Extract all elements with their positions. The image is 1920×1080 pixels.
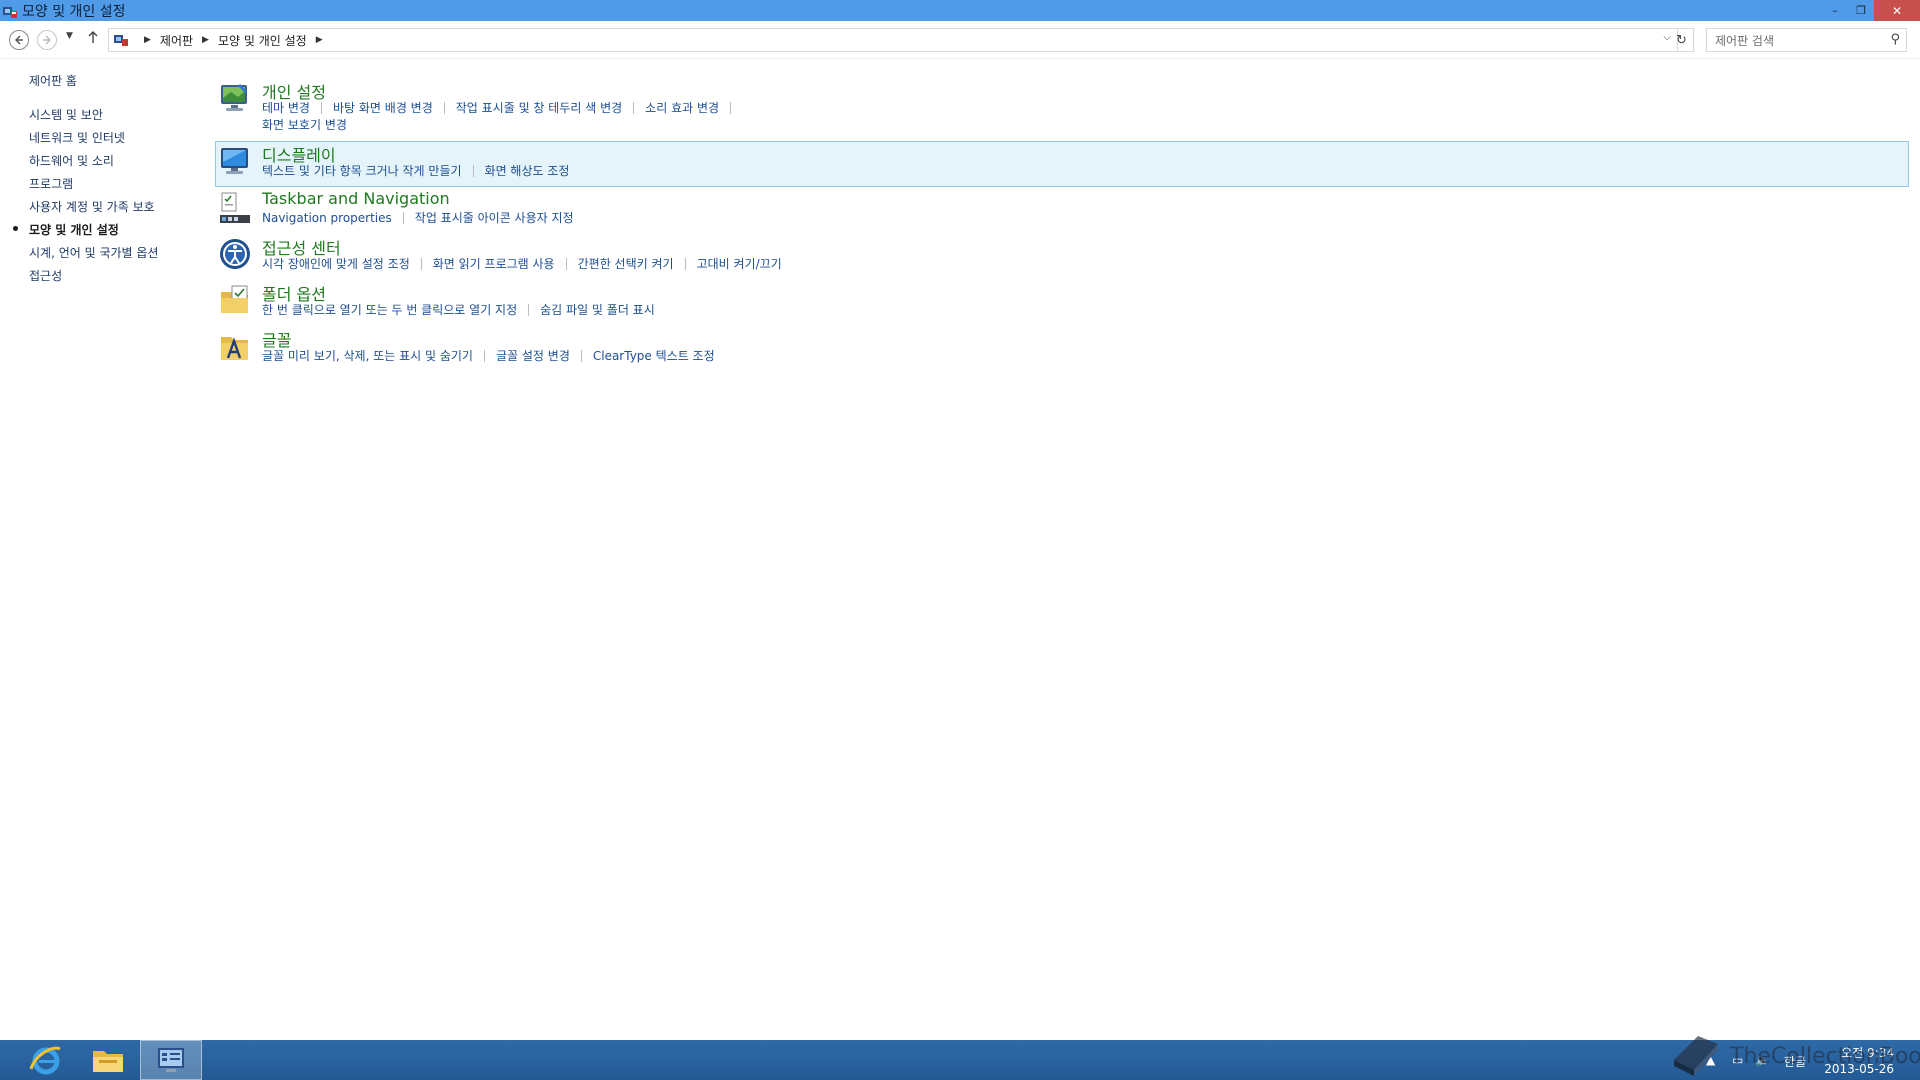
minimize-button[interactable]: – (1822, 0, 1848, 21)
link-divider (443, 101, 445, 114)
link-use-screen-reader[interactable]: 화면 읽기 프로그램 사용 (433, 255, 555, 272)
link-divider (402, 211, 404, 224)
search-placeholder: 제어판 검색 (1715, 33, 1775, 48)
link-divider (472, 164, 474, 177)
sidebar-item-network-internet[interactable]: 네트워크 및 인터넷 (29, 129, 125, 146)
back-arrow-icon (15, 35, 23, 45)
control-panel-icon (158, 1048, 184, 1072)
breadcrumb-separator-icon[interactable]: ▶ (144, 35, 151, 45)
link-customize-taskbar-icons[interactable]: 작업 표시줄 아이콘 사용자 지정 (415, 209, 574, 226)
display-icon[interactable] (218, 144, 252, 178)
internet-explorer-icon (29, 1046, 61, 1075)
current-item-bullet-icon (13, 226, 18, 231)
link-change-taskbar-colors[interactable]: 작업 표시줄 및 창 테두리 색 변경 (456, 99, 622, 116)
breadcrumb-separator-icon[interactable]: ▶ (202, 35, 209, 45)
search-input[interactable]: 제어판 검색 ⚲ (1706, 28, 1907, 52)
address-box[interactable]: ▶ 제어판 ▶ 모양 및 개인 설정 ▶ ⌵ (108, 28, 1678, 52)
link-change-desktop-background[interactable]: 바탕 화면 배경 변경 (333, 99, 433, 116)
link-turn-on-easy-access-keys[interactable]: 간편한 선택키 켜기 (578, 255, 674, 272)
forward-button[interactable] (37, 30, 57, 50)
fonts-icon[interactable] (218, 329, 252, 363)
sidebar-item-system-security[interactable]: 시스템 및 보안 (29, 106, 103, 123)
back-button[interactable] (9, 30, 29, 50)
section-links: 한 번 클릭으로 열기 또는 두 번 클릭으로 열기 지정 숨김 파일 및 폴더… (262, 301, 655, 318)
link-divider (483, 349, 485, 362)
control-panel-icon (113, 33, 129, 47)
section-title[interactable]: Taskbar and Navigation (262, 189, 450, 208)
section-links: Navigation properties 작업 표시줄 아이콘 사용자 지정 (262, 209, 574, 226)
recent-locations-dropdown[interactable]: ▼ (66, 31, 73, 41)
section-links-row2: 화면 보호기 변경 (262, 116, 347, 133)
window-title: 모양 및 개인 설정 (22, 3, 126, 20)
watermark-book-logo (1674, 1036, 1718, 1076)
control-panel-icon[interactable] (2, 4, 18, 18)
link-single-or-double-click[interactable]: 한 번 클릭으로 열기 또는 두 번 클릭으로 열기 지정 (262, 301, 517, 318)
taskbar-internet-explorer[interactable] (15, 1040, 77, 1080)
folder-icon (93, 1051, 123, 1072)
link-divider (633, 101, 635, 114)
up-arrow-icon (88, 31, 98, 43)
window-controls: – ❐ ✕ (1822, 0, 1920, 21)
link-divider (580, 349, 582, 362)
link-divider (528, 303, 530, 316)
search-icon[interactable]: ⚲ (1890, 32, 1900, 47)
link-preview-delete-fonts[interactable]: 글꼴 미리 보기, 삭제, 또는 표시 및 숨기기 (262, 347, 473, 364)
section-links: 글꼴 미리 보기, 삭제, 또는 표시 및 숨기기 글꼴 설정 변경 Clear… (262, 347, 715, 364)
sidebar-item-programs[interactable]: 프로그램 (29, 175, 73, 192)
refresh-icon: ↻ (1676, 32, 1687, 48)
link-change-theme[interactable]: 테마 변경 (262, 99, 310, 116)
title-bar: 모양 및 개인 설정 – ❐ ✕ (0, 0, 1920, 21)
personalization-icon[interactable] (218, 81, 252, 115)
breadcrumb-separator-icon[interactable]: ▶ (316, 35, 323, 45)
taskbar-control-panel[interactable] (140, 1040, 202, 1080)
link-toggle-high-contrast[interactable]: 고대비 켜기/끄기 (697, 255, 782, 272)
sidebar-item-clock-language[interactable]: 시계, 언어 및 국가별 옵션 (29, 244, 158, 261)
link-divider (420, 257, 422, 270)
link-divider (320, 101, 322, 114)
sidebar-item-appearance: 모양 및 개인 설정 (29, 223, 119, 237)
link-optimize-visual-display[interactable]: 시각 장애인에 맞게 설정 조정 (262, 255, 410, 272)
sidebar-item-hardware-sound[interactable]: 하드웨어 및 소리 (29, 152, 114, 169)
address-bar-row: ▼ ▶ 제어판 ▶ 모양 및 개인 설정 ▶ ⌵ ↻ 제어판 검색 ⚲ (0, 21, 1920, 59)
sidebar-item-user-accounts[interactable]: 사용자 계정 및 가족 보호 (29, 198, 155, 215)
forward-arrow-icon (43, 35, 51, 45)
refresh-button[interactable]: ↻ (1670, 28, 1694, 52)
breadcrumb-control-panel[interactable]: 제어판 (160, 32, 193, 49)
link-change-screen-saver[interactable]: 화면 보호기 변경 (262, 116, 347, 133)
sidebar-item-control-panel-home[interactable]: 제어판 홈 (29, 72, 77, 89)
restore-button[interactable]: ❐ (1848, 0, 1874, 21)
taskbar-icon[interactable] (218, 191, 252, 225)
section-links: 텍스트 및 기타 항목 크거나 작게 만들기 화면 해상도 조정 (262, 162, 569, 179)
folder-options-icon[interactable] (218, 283, 252, 317)
watermark-text: TheCollectionBook (1730, 1044, 1920, 1069)
link-show-hidden-files[interactable]: 숨김 파일 및 폴더 표시 (540, 301, 655, 318)
close-button[interactable]: ✕ (1874, 0, 1920, 21)
taskbar-file-explorer[interactable] (77, 1040, 139, 1080)
ease-of-access-icon[interactable] (218, 237, 252, 271)
breadcrumb-appearance[interactable]: 모양 및 개인 설정 (218, 32, 307, 49)
link-divider (730, 101, 732, 114)
taskbar: ▲ ▭ 🔈 한글 오전 9:34 2013-05-26 (0, 1040, 1920, 1080)
link-divider (565, 257, 567, 270)
link-change-sound-effects[interactable]: 소리 효과 변경 (645, 99, 719, 116)
link-adjust-resolution[interactable]: 화면 해상도 조정 (485, 162, 570, 179)
link-resize-text[interactable]: 텍스트 및 기타 항목 크거나 작게 만들기 (262, 162, 462, 179)
section-links: 테마 변경 바탕 화면 배경 변경 작업 표시줄 및 창 테두리 색 변경 소리… (262, 99, 742, 116)
up-button[interactable] (87, 30, 99, 48)
link-change-font-settings[interactable]: 글꼴 설정 변경 (496, 347, 570, 364)
section-links: 시각 장애인에 맞게 설정 조정 화면 읽기 프로그램 사용 간편한 선택키 켜… (262, 255, 782, 272)
sidebar-item-ease-of-access[interactable]: 접근성 (29, 267, 62, 284)
link-adjust-cleartype[interactable]: ClearType 텍스트 조정 (593, 347, 715, 364)
link-divider (684, 257, 686, 270)
link-navigation-properties[interactable]: Navigation properties (262, 211, 392, 225)
